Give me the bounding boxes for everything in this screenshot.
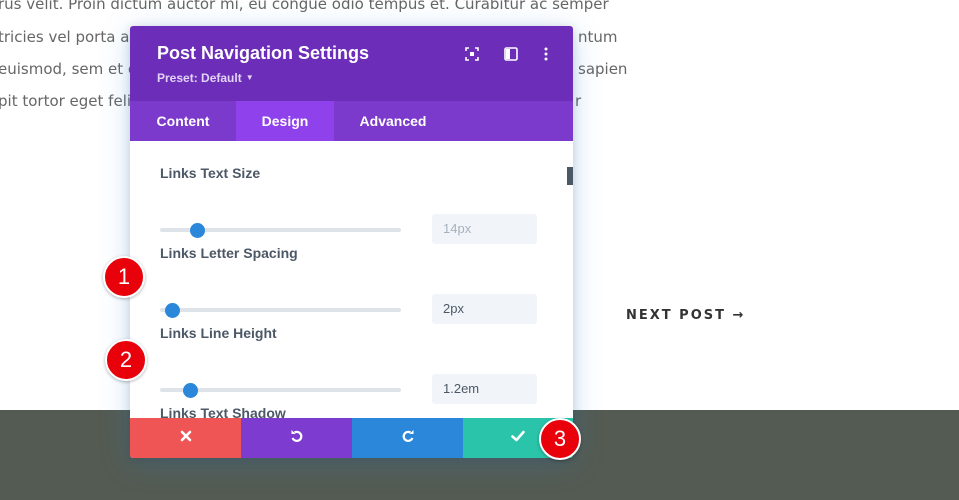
body-text-fragment: ntum — [578, 28, 618, 46]
modal-header: Post Navigation Settings Preset: Default… — [130, 26, 573, 101]
links-line-height-input[interactable]: 1.2em — [432, 374, 537, 404]
settings-panel: Links Text Size 14px Links Letter Spacin… — [130, 141, 573, 418]
modal-footer — [130, 418, 573, 458]
more-options-icon[interactable] — [537, 45, 555, 63]
undo-button[interactable] — [241, 418, 352, 458]
redo-icon — [401, 429, 415, 448]
body-text-line: tricies vel porta ac — [0, 28, 138, 46]
links-line-height-slider-handle[interactable] — [183, 383, 198, 398]
tab-advanced[interactable]: Advanced — [334, 101, 452, 141]
body-text-line: euismod, sem et e — [0, 60, 138, 78]
check-icon — [511, 429, 525, 447]
tab-bar: Content Design Advanced — [130, 101, 573, 141]
expand-icon[interactable] — [463, 45, 481, 63]
body-text-fragment: sapien — [578, 60, 628, 78]
modal-title: Post Navigation Settings — [157, 43, 370, 63]
links-letter-spacing-input[interactable]: 2px — [432, 294, 537, 324]
links-letter-spacing-slider[interactable] — [160, 308, 401, 312]
links-text-size-input[interactable]: 14px — [432, 214, 537, 244]
split-view-icon[interactable] — [502, 45, 520, 63]
cancel-icon — [180, 429, 192, 447]
body-text-fragment: r — [575, 92, 582, 110]
step-badge-3: 3 — [539, 418, 581, 460]
redo-button[interactable] — [352, 418, 463, 458]
links-text-shadow-label: Links Text Shadow — [160, 405, 286, 418]
tab-design[interactable]: Design — [236, 101, 334, 141]
preset-label: Preset: Default — [157, 71, 242, 85]
preset-dropdown[interactable]: Preset: Default ▼ — [157, 71, 254, 85]
step-badge-1: 1 — [103, 256, 145, 298]
links-letter-spacing-label: Links Letter Spacing — [160, 245, 298, 261]
body-text-line: pit tortor eget feli — [0, 92, 132, 110]
links-text-size-label: Links Text Size — [160, 165, 261, 181]
undo-icon — [290, 429, 304, 448]
next-post-link[interactable]: NEXT POST → — [626, 308, 745, 323]
scrollbar[interactable] — [567, 167, 573, 185]
discard-button[interactable] — [130, 418, 241, 458]
tab-content[interactable]: Content — [130, 101, 236, 141]
links-line-height-label: Links Line Height — [160, 325, 277, 341]
body-text-line: rus velit. Proin dictum auctor mi, eu co… — [0, 0, 609, 13]
step-badge-2: 2 — [105, 339, 147, 381]
links-letter-spacing-slider-handle[interactable] — [165, 303, 180, 318]
links-text-size-slider-handle[interactable] — [190, 223, 205, 238]
settings-modal: Post Navigation Settings Preset: Default… — [130, 26, 573, 458]
chevron-down-icon: ▼ — [245, 73, 254, 82]
